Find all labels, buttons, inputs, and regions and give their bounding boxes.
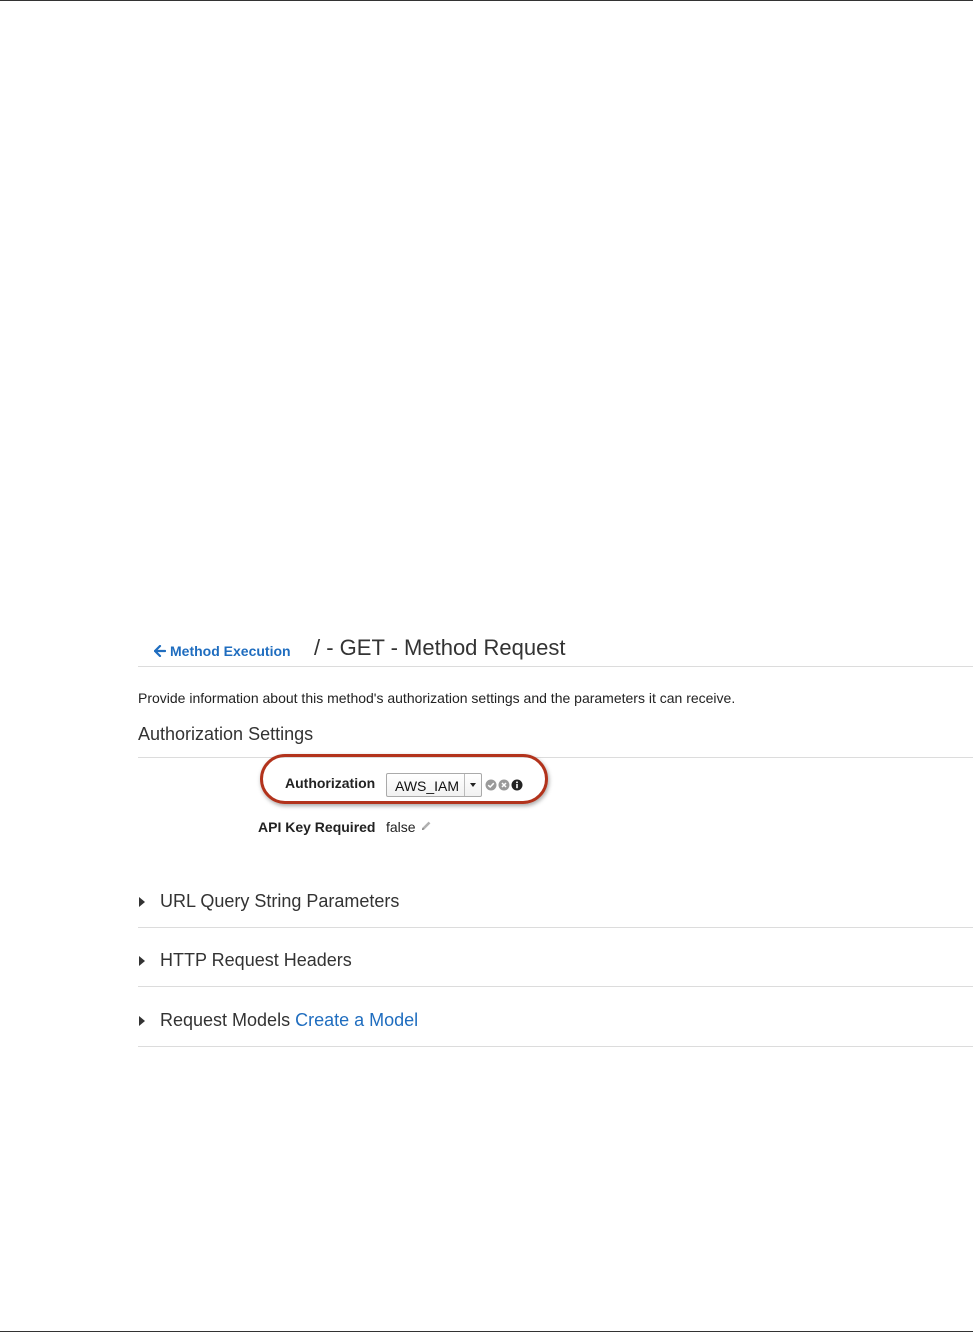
check-circle-icon[interactable] (485, 779, 497, 791)
request-models-label: Request Models (160, 1010, 291, 1030)
panel-header: Method Execution / - GET - Method Reques… (138, 630, 973, 667)
caret-right-icon (139, 1016, 145, 1026)
page-title: / - GET - Method Request (314, 635, 566, 660)
authorization-label: Authorization (285, 775, 376, 791)
http-request-headers-section[interactable]: HTTP Request Headers (138, 948, 973, 987)
authorization-actions (485, 779, 523, 791)
page-description: Provide information about this method's … (138, 690, 736, 706)
api-key-required-label: API Key Required (258, 819, 376, 835)
info-circle-icon[interactable] (511, 779, 523, 791)
request-models-section[interactable]: Request Models Create a Model (138, 1008, 973, 1047)
back-link-label: Method Execution (170, 643, 291, 659)
url-query-string-parameters-label: URL Query String Parameters (160, 891, 400, 911)
header-divider (138, 666, 973, 667)
x-circle-icon[interactable] (498, 779, 510, 791)
method-request-panel: Method Execution / - GET - Method Reques… (138, 630, 973, 1047)
authorization-select-value: AWS_IAM (395, 778, 460, 794)
caret-right-icon (139, 897, 145, 907)
caret-down-icon (464, 774, 481, 796)
method-execution-back-link[interactable]: Method Execution (154, 643, 291, 659)
arrow-left-icon (154, 645, 166, 657)
section-divider (138, 927, 973, 928)
pencil-icon[interactable] (420, 820, 432, 832)
section-divider (138, 986, 973, 987)
http-request-headers-label: HTTP Request Headers (160, 950, 352, 970)
create-a-model-link[interactable]: Create a Model (295, 1010, 418, 1030)
caret-right-icon (139, 956, 145, 966)
authorization-select[interactable]: AWS_IAM (386, 773, 482, 797)
authorization-settings-title: Authorization Settings (138, 724, 314, 744)
authorization-settings-divider (138, 757, 973, 758)
page-top-rule (0, 0, 973, 1)
url-query-string-parameters-section[interactable]: URL Query String Parameters (138, 889, 973, 928)
section-divider (138, 1046, 973, 1047)
api-key-required-value: false (386, 819, 416, 835)
page-bottom-rule (0, 1331, 973, 1332)
request-models-label-group: Request Models Create a Model (160, 1010, 418, 1031)
